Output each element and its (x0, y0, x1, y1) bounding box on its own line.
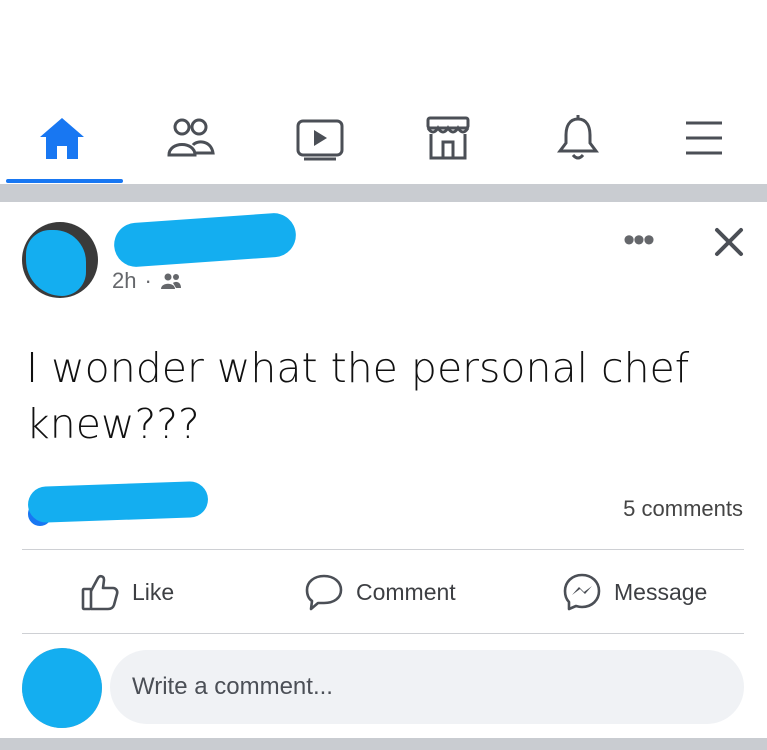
meta-separator: · (144, 268, 152, 293)
notifications-icon (557, 115, 599, 160)
redaction-scribble (26, 230, 86, 296)
nav-tab-friends[interactable] (160, 110, 220, 166)
hide-post-button[interactable] (706, 219, 752, 265)
section-divider (0, 738, 767, 750)
post-meta: 2h · (112, 268, 182, 294)
close-icon (715, 228, 743, 256)
reactions-redaction (27, 480, 209, 524)
nav-tab-notifications[interactable] (548, 110, 608, 166)
home-icon (40, 118, 84, 159)
watch-icon (296, 119, 344, 161)
comment-icon (305, 574, 343, 611)
post-time[interactable]: 2h (112, 268, 136, 294)
current-user-avatar[interactable] (22, 648, 102, 728)
nav-tab-watch[interactable] (290, 110, 350, 166)
post-text: I wonder what the personal chef knew??? (26, 344, 690, 448)
top-navigation-bar (0, 0, 767, 184)
author-name-redaction (112, 211, 298, 269)
more-options-button[interactable]: ••• (610, 220, 666, 260)
redaction-scribble (22, 648, 102, 728)
friends-audience-icon (160, 273, 181, 289)
friends-icon (167, 118, 215, 157)
section-divider (0, 184, 767, 202)
comment-input[interactable] (110, 650, 744, 724)
active-tab-indicator (6, 179, 123, 183)
like-button[interactable]: Like (80, 568, 174, 616)
marketplace-icon (426, 116, 470, 160)
message-label: Message (614, 578, 708, 605)
divider-line (22, 549, 744, 550)
thumbs-up-icon (81, 574, 119, 611)
nav-tab-home[interactable] (32, 110, 92, 166)
like-label: Like (132, 578, 175, 605)
comments-count-link[interactable]: 5 comments (623, 496, 743, 522)
nav-tab-menu[interactable] (674, 110, 734, 166)
messenger-icon (563, 573, 601, 611)
comment-button[interactable]: Comment (304, 568, 456, 616)
more-options-icon: ••• (623, 220, 655, 259)
comment-label: Comment (356, 578, 456, 605)
message-button[interactable]: Message (562, 568, 707, 616)
nav-tab-marketplace[interactable] (418, 110, 478, 166)
menu-icon (686, 121, 722, 155)
author-avatar[interactable] (22, 222, 98, 298)
divider-line (22, 633, 744, 634)
